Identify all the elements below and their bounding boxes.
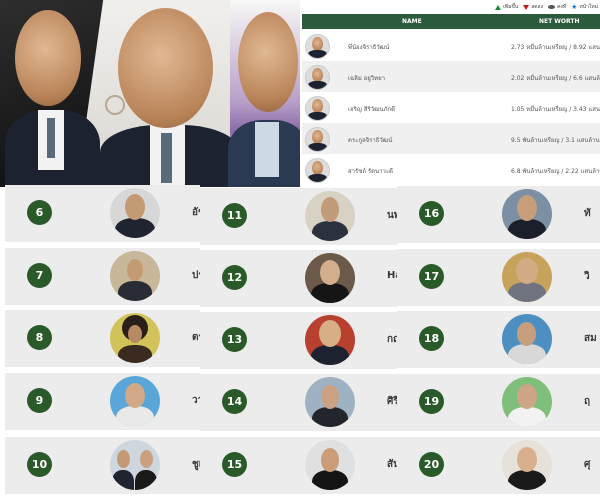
person-name: กฤ — [387, 334, 397, 345]
rank-card-18[interactable]: 18 สม — [397, 311, 600, 368]
rank-card-9[interactable]: 9 วา — [5, 373, 200, 430]
row-net-worth: 9.5 พันล้านเหรียญ / 3.1 แสนล้านบาท — [511, 137, 600, 144]
avatar — [305, 34, 330, 59]
avatar — [110, 440, 160, 490]
row-net-worth: 2.02 หมื่นล้านเหรียญ / 6.6 แสนล้านบ — [511, 75, 600, 82]
row-name: เจริญ สิริวัฒนภักดี — [348, 106, 396, 113]
avatar — [305, 253, 355, 303]
rank-card-6[interactable]: 6 อัช — [5, 185, 200, 242]
person-name: ศุ — [584, 459, 591, 470]
hero-logo-icon — [105, 95, 125, 115]
rank-badge: 15 — [222, 452, 247, 477]
avatar — [502, 252, 552, 302]
person-name: ประ — [192, 270, 200, 281]
rank-card-15[interactable]: 15 สันต — [200, 437, 397, 494]
person-portrait — [238, 12, 298, 112]
top-ranking-table: เพิ่มขึ้น ลดลง คงที่ ★ หน้าใหม่ NAME NET … — [302, 0, 600, 187]
legend: เพิ่มขึ้น ลดลง คงที่ ★ หน้าใหม่ — [495, 3, 598, 11]
rank-badge: 9 — [27, 388, 52, 413]
avatar — [305, 127, 330, 152]
rank-card-14[interactable]: 14 ศิรี — [200, 374, 397, 431]
rank-badge: 17 — [419, 264, 444, 289]
avatar — [305, 96, 330, 121]
table-row[interactable]: สารัชถ์ รัตนาวะดี 6.8 พันล้านเหรียญ / 2.… — [302, 154, 600, 185]
rank-badge: 7 — [27, 263, 52, 288]
table-header: NAME NET WORTH — [302, 14, 600, 29]
row-name: ตระกูลจิราธิวัฒน์ — [348, 137, 393, 144]
avatar — [502, 440, 552, 490]
person-name: นพ — [387, 210, 397, 221]
table-row[interactable]: ตระกูลจิราธิวัฒน์ 9.5 พันล้านเหรียญ / 3.… — [302, 123, 600, 154]
table-row[interactable]: เจริญ สิริวัฒนภักดี 1.05 หมื่นล้านเหรียญ… — [302, 92, 600, 123]
person-name: สม — [584, 333, 597, 344]
avatar — [305, 315, 355, 365]
rank-badge: 6 — [27, 200, 52, 225]
rank-card-11[interactable]: 11 นพ — [200, 188, 397, 245]
avatar — [305, 440, 355, 490]
rank-card-12[interactable]: 12 Har — [200, 250, 397, 307]
avatar — [305, 158, 330, 183]
rank-badge: 18 — [419, 326, 444, 351]
rank-badge: 20 — [419, 452, 444, 477]
avatar — [110, 313, 160, 363]
rank-badge: 10 — [27, 452, 52, 477]
row-name: เฉลิม อยู่วิทยา — [348, 75, 386, 82]
table-row[interactable]: เฉลิม อยู่วิทยา 2.02 หมื่นล้านเหรียญ / 6… — [302, 61, 600, 92]
person-portrait — [118, 8, 213, 128]
rank-card-7[interactable]: 7 ประ — [5, 248, 200, 305]
rank-badge: 19 — [419, 389, 444, 414]
person-name: สันต — [387, 459, 397, 470]
rank-card-20[interactable]: 20 ศุ — [397, 437, 600, 494]
rank-badge: 13 — [222, 327, 247, 352]
row-net-worth: 2.73 หมื่นล้านเหรียญ / 8.92 แสนล้านบ — [511, 44, 600, 51]
avatar — [110, 251, 160, 301]
rank-badge: 12 — [222, 265, 247, 290]
hero-collage-image — [0, 0, 300, 187]
rank-badge: 11 — [222, 203, 247, 228]
column-header-name: NAME — [402, 18, 422, 25]
rank-card-16[interactable]: 16 ทั — [397, 186, 600, 243]
table-row[interactable]: พี่น้องจิราธิวัฒน์ 2.73 หมื่นล้านเหรียญ … — [302, 30, 600, 61]
row-net-worth: 6.8 พันล้านเหรียญ / 2.22 แสนล้านบ — [511, 168, 600, 175]
column-header-net-worth: NET WORTH — [539, 18, 580, 25]
increase-icon — [495, 4, 502, 10]
rank-card-17[interactable]: 17 วิ — [397, 249, 600, 306]
rank-badge: 8 — [27, 325, 52, 350]
decrease-icon — [523, 4, 530, 10]
avatar — [305, 191, 355, 241]
avatar — [305, 377, 355, 427]
avatar — [110, 376, 160, 426]
person-name: ชูเ — [192, 459, 200, 470]
avatar — [502, 377, 552, 427]
rank-card-13[interactable]: 13 กฤ — [200, 312, 397, 369]
avatar — [502, 314, 552, 364]
unchanged-icon — [548, 5, 556, 9]
person-portrait — [15, 10, 81, 106]
row-name: สารัชถ์ รัตนาวะดี — [348, 168, 393, 175]
person-name: ทั — [584, 208, 591, 219]
person-name: ตร — [192, 332, 200, 343]
row-name: พี่น้องจิราธิวัฒน์ — [348, 44, 390, 51]
new-entry-icon: ★ — [571, 2, 578, 11]
avatar — [305, 65, 330, 90]
row-net-worth: 1.05 หมื่นล้านเหรียญ / 3.43 แสนล้าน — [511, 106, 600, 113]
rank-card-19[interactable]: 19 ฤ — [397, 374, 600, 431]
person-name: ศิรี — [387, 396, 397, 407]
rank-badge: 14 — [222, 389, 247, 414]
person-name: ฤ — [584, 396, 591, 407]
person-name: วา — [192, 395, 200, 406]
rank-card-8[interactable]: 8 ตร — [5, 310, 200, 367]
avatar — [502, 189, 552, 239]
rank-card-10[interactable]: 10 ชูเ — [5, 437, 200, 494]
rank-badge: 16 — [419, 201, 444, 226]
person-name: Har — [387, 270, 397, 281]
person-name: วิ — [584, 271, 590, 282]
person-name: อัช — [192, 207, 200, 218]
avatar — [110, 188, 160, 238]
